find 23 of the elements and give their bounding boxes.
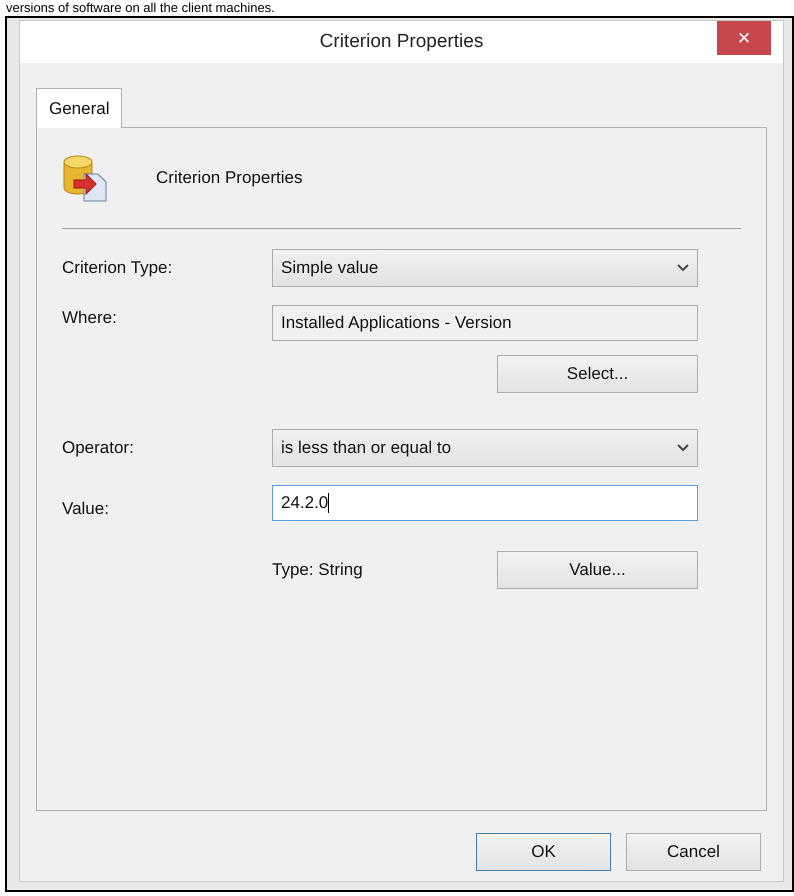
database-export-icon — [62, 154, 108, 202]
dropdown-value: is less than or equal to — [281, 437, 452, 460]
dialog-button[interactable]: Value... — [497, 551, 698, 589]
text-field[interactable]: Installed Applications - Version — [272, 305, 698, 341]
field-label: Value: — [62, 498, 110, 520]
dialog-button[interactable]: Select... — [497, 355, 698, 393]
panel-heading: Criterion Properties — [156, 167, 302, 190]
type-label: Type: String — [272, 559, 364, 582]
chevron-down-icon — [677, 444, 689, 452]
dialog-button[interactable]: OK — [476, 833, 611, 871]
field-label: Where: — [62, 307, 118, 329]
tab[interactable]: General — [36, 88, 122, 128]
close-button[interactable]: × — [717, 21, 771, 55]
chevron-down-icon — [677, 264, 689, 272]
input-field[interactable]: 24.2.0 — [272, 485, 698, 521]
dialog-button[interactable]: Cancel — [626, 833, 761, 871]
dropdown[interactable]: Simple value — [272, 249, 698, 287]
page-text: versions of software on all the client machines. — [5, 0, 276, 16]
dropdown-value: Simple value — [281, 257, 378, 280]
field-label: Operator: — [62, 437, 135, 460]
dropdown[interactable]: is less than or equal to — [272, 429, 698, 467]
window-title: Criterion Properties — [320, 30, 484, 54]
field-label: Criterion Type: — [62, 257, 174, 280]
